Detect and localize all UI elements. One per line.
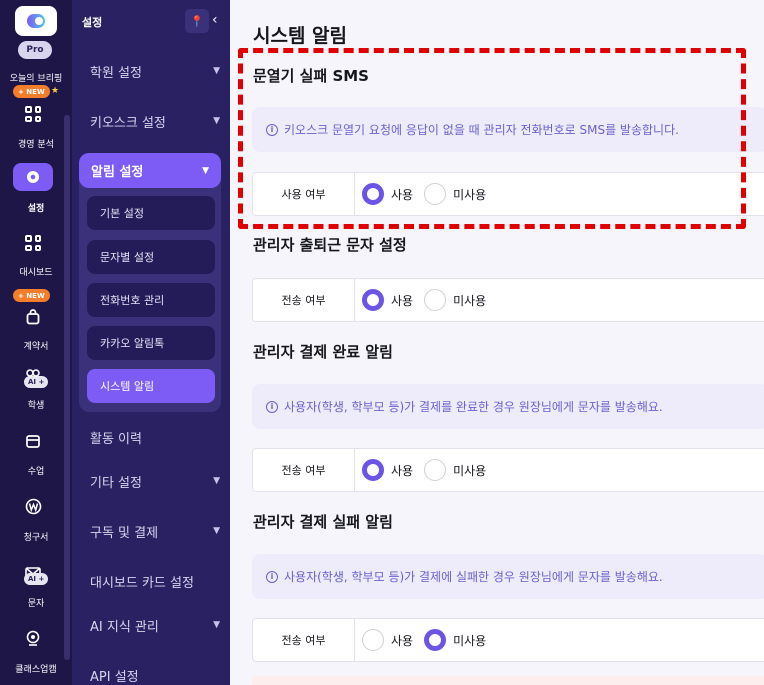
chevron-down-icon: ▼ (202, 165, 209, 176)
menu-item-api[interactable]: API 설정 (90, 665, 220, 685)
radio-dot[interactable] (424, 183, 447, 205)
new-badge: + NEW (13, 289, 50, 302)
menu-item-dashcard[interactable]: 대시보드 카드 설정 (90, 571, 220, 591)
rail-item-class[interactable]: 수업 (0, 464, 72, 477)
radio-dot[interactable] (362, 459, 384, 481)
radio-use[interactable]: 사용 (362, 289, 413, 311)
row-label: 전송 여부 (253, 449, 355, 491)
ai-badge: AI + (24, 573, 49, 585)
radio-not-use[interactable]: 미사용 (424, 289, 486, 311)
star-icon: ★ (51, 86, 60, 96)
row-label: 전송 여부 (253, 279, 355, 321)
info-icon: i (266, 400, 278, 413)
menu-item-etc[interactable]: 기타 설정 ▼ (90, 471, 220, 491)
radio-dot[interactable] (362, 289, 384, 311)
radio-dot[interactable] (424, 459, 447, 481)
section-title: 문열기 실패 SMS (253, 67, 369, 85)
logo-icon (27, 14, 45, 28)
info-banner: i 사용자(학생, 학부모 등)가 결제에 실패한 경우 원장님에게 문자를 발송… (252, 554, 764, 599)
info-icon: i (266, 123, 278, 136)
menu-item-notify[interactable]: 알림 설정 ▼ (79, 153, 221, 188)
setting-row: 전송 여부 사용 미사용 (252, 618, 764, 662)
class-icon (24, 432, 42, 450)
collapse-icon[interactable]: ‹ (212, 12, 218, 28)
radio-dot[interactable] (424, 289, 447, 311)
page-title: 시스템 알림 (253, 25, 348, 47)
new-badge: + NEW (13, 85, 50, 98)
radio-not-use[interactable]: 미사용 (424, 629, 486, 651)
radio-use[interactable]: 사용 (362, 629, 413, 651)
info-banner: i 사용자(학생, 학부모 등)가 결제를 완료한 경우 원장님에게 문자를 발송… (252, 384, 764, 429)
radio-dot[interactable] (362, 183, 384, 205)
rail-item-analytics[interactable]: 경영 분석 (0, 137, 72, 150)
menu-item-kiosk[interactable]: 키오스크 설정 ▼ (90, 111, 220, 131)
menu-item-subscribe[interactable]: 구독 및 결제 ▼ (90, 521, 220, 541)
next-section-banner (252, 676, 764, 685)
row-label: 전송 여부 (253, 619, 355, 661)
submenu-basic[interactable]: 기본 설정 (87, 196, 215, 230)
analytics-icon (24, 105, 42, 123)
webcam-icon (24, 629, 42, 647)
radio-dot[interactable] (362, 629, 384, 651)
submenu-phone[interactable]: 전화번호 관리 (87, 283, 215, 317)
menu-header: 설정 (82, 16, 103, 29)
info-banner: i 키오스크 문열기 요청에 응답이 없을 때 관리자 전화번호로 SMS를 발송… (252, 107, 764, 152)
chevron-down-icon: ▼ (213, 620, 220, 630)
gear-icon[interactable] (13, 163, 53, 191)
radio-dot[interactable] (424, 629, 447, 651)
submenu-kakao[interactable]: 카카오 알림톡 (87, 326, 215, 360)
menu-item-activity[interactable]: 활동 이력 (90, 427, 220, 447)
rail-item-settings[interactable]: 설정 (0, 201, 72, 214)
submenu-per-message[interactable]: 문자별 설정 (87, 240, 215, 274)
left-rail: Pro 오늘의 브리핑 + NEW ★ 경영 분석 설정 대시보드 + NEW … (0, 0, 72, 685)
settings-menu: 설정 📍 ‹ 학원 설정 ▼ 키오스크 설정 ▼ 알림 설정 ▼ 기본 설정 문자별 … (72, 0, 230, 685)
rail-item-students[interactable]: 학생 (0, 398, 72, 411)
students-icon (24, 366, 42, 384)
app-logo[interactable] (15, 6, 57, 36)
pro-badge: Pro (18, 41, 52, 59)
rail-item-dashboard[interactable]: 대시보드 (0, 265, 72, 278)
app-root: Pro 오늘의 브리핑 + NEW ★ 경영 분석 설정 대시보드 + NEW … (0, 0, 764, 685)
section-title: 관리자 결제 완료 알림 (253, 343, 393, 361)
rail-item-classupcam[interactable]: 클래스업캠 (0, 662, 72, 675)
info-icon: i (266, 570, 278, 583)
main-content: 시스템 알림 문열기 실패 SMS i 키오스크 문열기 요청에 응답이 없을 때… (230, 0, 764, 685)
chevron-down-icon: ▼ (213, 116, 220, 126)
menu-item-academy[interactable]: 학원 설정 ▼ (90, 61, 220, 81)
radio-use[interactable]: 사용 (362, 183, 413, 205)
radio-not-use[interactable]: 미사용 (424, 183, 486, 205)
row-label: 사용 여부 (253, 173, 355, 215)
section-title: 관리자 출퇴근 문자 설정 (253, 236, 407, 254)
rail-item-sms[interactable]: 문자 (0, 596, 72, 609)
radio-use[interactable]: 사용 (362, 459, 413, 481)
chevron-down-icon: ▼ (213, 66, 220, 76)
pin-icon[interactable]: 📍 (185, 9, 209, 33)
chevron-down-icon: ▼ (213, 476, 220, 486)
bag-icon (24, 308, 42, 326)
rail-item-briefing[interactable]: 오늘의 브리핑 (0, 71, 72, 84)
setting-row: 사용 여부 사용 미사용 (252, 172, 764, 216)
rail-item-invoice[interactable]: 청구서 (0, 530, 72, 543)
chevron-down-icon: ▼ (213, 526, 220, 536)
setting-row: 전송 여부 사용 미사용 (252, 278, 764, 322)
rail-scrollbar[interactable] (64, 115, 70, 660)
submenu-system-alert[interactable]: 시스템 알림 (87, 369, 215, 403)
won-icon (24, 497, 42, 515)
menu-item-ai[interactable]: AI 지식 관리 ▼ (90, 615, 220, 635)
setting-row: 전송 여부 사용 미사용 (252, 448, 764, 492)
rail-item-contract[interactable]: 계약서 (0, 339, 72, 352)
section-title: 관리자 결제 실패 알림 (253, 513, 393, 531)
notify-group: 알림 설정 ▼ 기본 설정 문자별 설정 전화번호 관리 카카오 알림톡 시스템 … (79, 153, 221, 412)
dashboard-icon (24, 234, 42, 252)
radio-not-use[interactable]: 미사용 (424, 459, 486, 481)
